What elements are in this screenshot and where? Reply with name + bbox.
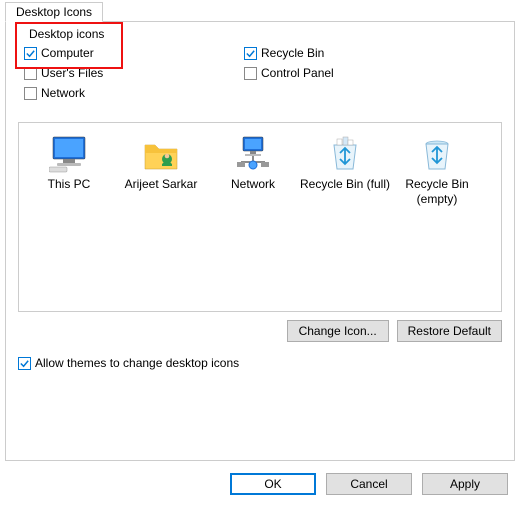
- icon-label: This PC: [23, 177, 115, 192]
- ok-button[interactable]: OK: [230, 473, 316, 495]
- icon-label: Recycle Bin (full): [299, 177, 391, 192]
- tab-desktop-icons[interactable]: Desktop Icons: [5, 2, 103, 22]
- recycle-bin-full-icon: [299, 131, 391, 173]
- restore-default-button[interactable]: Restore Default: [397, 320, 502, 342]
- checkbox-control-panel[interactable]: Control Panel: [244, 66, 464, 80]
- checkbox-label: Recycle Bin: [261, 46, 324, 60]
- checkbox-network[interactable]: Network: [24, 86, 244, 100]
- tabstrip: Desktop Icons: [5, 2, 520, 22]
- checkbox-recycle-bin[interactable]: Recycle Bin: [244, 46, 464, 60]
- user-folder-icon: [115, 131, 207, 173]
- checkbox-label: Allow themes to change desktop icons: [35, 356, 239, 370]
- icon-label: Network: [207, 177, 299, 192]
- checkbox-allow-themes[interactable]: Allow themes to change desktop icons: [18, 356, 502, 370]
- tab-panel: Desktop icons Computer Recycle Bin User'…: [5, 21, 515, 461]
- checkbox-label: Computer: [41, 46, 94, 60]
- icon-preview-box: This PC Arijeet Sarkar: [18, 122, 502, 312]
- checkbox-label: User's Files: [41, 66, 103, 80]
- cancel-button[interactable]: Cancel: [326, 473, 412, 495]
- group-title: Desktop icons: [26, 27, 107, 41]
- icon-recycle-bin-full[interactable]: Recycle Bin (full): [299, 131, 391, 192]
- icon-label: Arijeet Sarkar: [115, 177, 207, 192]
- apply-button[interactable]: Apply: [422, 473, 508, 495]
- desktop-icons-checkgrid: Computer Recycle Bin User's Files Contro…: [18, 36, 502, 104]
- change-icon-button[interactable]: Change Icon...: [287, 320, 389, 342]
- check-icon: [24, 87, 37, 100]
- icon-network[interactable]: Network: [207, 131, 299, 192]
- checkbox-users-files[interactable]: User's Files: [24, 66, 244, 80]
- icon-recycle-bin-empty[interactable]: Recycle Bin (empty): [391, 131, 483, 207]
- checkbox-computer[interactable]: Computer: [24, 46, 244, 60]
- icon-buttons-row: Change Icon... Restore Default: [18, 320, 502, 342]
- icon-this-pc[interactable]: This PC: [23, 131, 115, 192]
- checkbox-label: Network: [41, 86, 85, 100]
- check-icon: [24, 47, 37, 60]
- dialog-buttons: OK Cancel Apply: [0, 461, 520, 495]
- checkbox-label: Control Panel: [261, 66, 334, 80]
- check-icon: [18, 357, 31, 370]
- desktop-icons-group: Desktop icons Computer Recycle Bin User'…: [18, 36, 502, 104]
- check-icon: [24, 67, 37, 80]
- icon-user-folder[interactable]: Arijeet Sarkar: [115, 131, 207, 192]
- check-icon: [244, 47, 257, 60]
- recycle-bin-empty-icon: [391, 131, 483, 173]
- check-icon: [244, 67, 257, 80]
- network-icon: [207, 131, 299, 173]
- monitor-icon: [23, 131, 115, 173]
- icon-label: Recycle Bin (empty): [391, 177, 483, 207]
